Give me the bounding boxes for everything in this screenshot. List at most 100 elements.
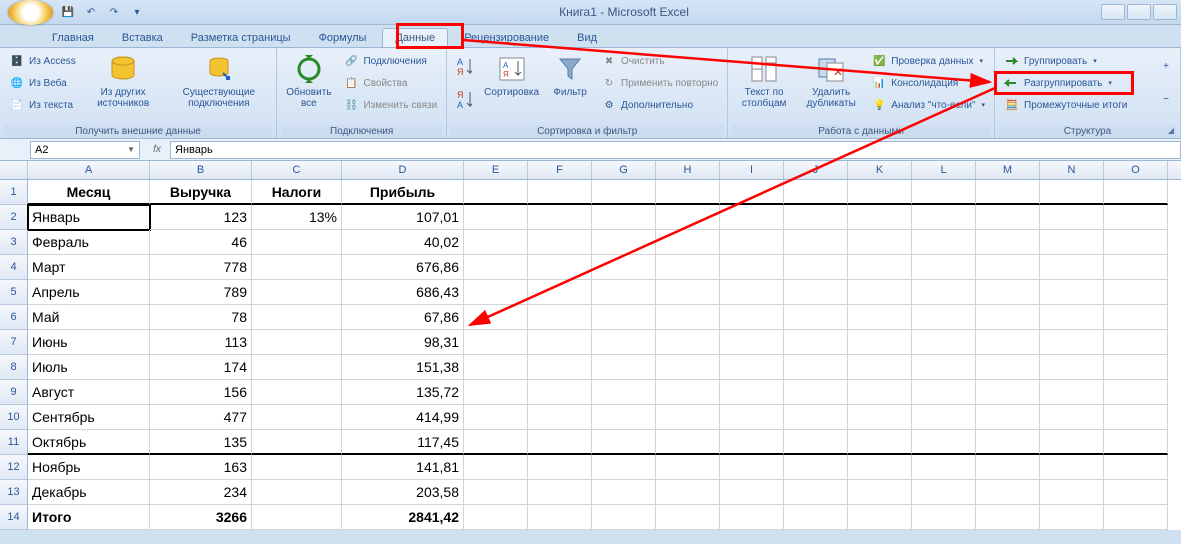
row-header[interactable]: 14 xyxy=(0,505,28,530)
cell[interactable] xyxy=(528,205,592,230)
row-header[interactable]: 9 xyxy=(0,380,28,405)
cell[interactable] xyxy=(912,230,976,255)
cell[interactable] xyxy=(528,180,592,205)
cell[interactable] xyxy=(464,280,528,305)
cell[interactable] xyxy=(1104,305,1168,330)
cell[interactable] xyxy=(592,305,656,330)
cell[interactable] xyxy=(252,505,342,530)
cell[interactable] xyxy=(720,230,784,255)
cell[interactable] xyxy=(1040,205,1104,230)
cell[interactable] xyxy=(912,180,976,205)
cell[interactable] xyxy=(656,305,720,330)
edit-links-button[interactable]: ⛓️Изменить связи xyxy=(338,94,442,116)
cell[interactable] xyxy=(912,355,976,380)
cell[interactable] xyxy=(848,380,912,405)
cell[interactable]: Август xyxy=(28,380,150,405)
from-web-button[interactable]: 🌐Из Веба xyxy=(4,72,81,94)
maximize-button[interactable] xyxy=(1127,4,1151,20)
cell[interactable] xyxy=(656,330,720,355)
cell[interactable] xyxy=(1040,305,1104,330)
sort-desc-button[interactable]: ЯА xyxy=(451,83,477,116)
cell[interactable]: 98,31 xyxy=(342,330,464,355)
formula-input[interactable] xyxy=(170,141,1181,159)
col-header-M[interactable]: M xyxy=(976,161,1040,179)
cell[interactable] xyxy=(528,280,592,305)
cell[interactable] xyxy=(1104,255,1168,280)
cell[interactable]: Апрель xyxy=(28,280,150,305)
cell[interactable] xyxy=(1104,480,1168,505)
cell[interactable] xyxy=(720,405,784,430)
cell[interactable] xyxy=(252,455,342,480)
cell[interactable] xyxy=(1040,505,1104,530)
hide-detail-button[interactable]: − xyxy=(1156,83,1176,116)
cell[interactable] xyxy=(848,255,912,280)
cell[interactable]: Выручка xyxy=(150,180,252,205)
tab-рецензирование[interactable]: Рецензирование xyxy=(452,29,561,47)
cell[interactable] xyxy=(592,480,656,505)
cell[interactable] xyxy=(784,380,848,405)
row-header[interactable]: 7 xyxy=(0,330,28,355)
text-to-columns-button[interactable]: Текст по столбцам xyxy=(732,50,796,112)
cell[interactable]: 156 xyxy=(150,380,252,405)
col-header-K[interactable]: K xyxy=(848,161,912,179)
cell[interactable] xyxy=(464,230,528,255)
cell[interactable]: 117,45 xyxy=(342,430,464,455)
cell[interactable] xyxy=(252,480,342,505)
cell[interactable] xyxy=(784,280,848,305)
name-box[interactable]: A2▼ xyxy=(30,141,140,159)
redo-icon[interactable]: ↷ xyxy=(104,3,124,21)
connections-button[interactable]: 🔗Подключения xyxy=(338,50,442,72)
col-header-I[interactable]: I xyxy=(720,161,784,179)
cell[interactable]: Июнь xyxy=(28,330,150,355)
col-header-J[interactable]: J xyxy=(784,161,848,179)
cell[interactable]: Февраль xyxy=(28,230,150,255)
ungroup-button[interactable]: Разгруппировать▾ xyxy=(999,72,1154,94)
cell[interactable]: 151,38 xyxy=(342,355,464,380)
group-button[interactable]: Группировать▾ xyxy=(999,50,1154,72)
cell[interactable]: Май xyxy=(28,305,150,330)
cell[interactable] xyxy=(912,430,976,455)
cell[interactable] xyxy=(1104,180,1168,205)
cell[interactable] xyxy=(976,455,1040,480)
cell[interactable] xyxy=(848,480,912,505)
col-header-C[interactable]: C xyxy=(252,161,342,179)
cell[interactable] xyxy=(656,405,720,430)
tab-главная[interactable]: Главная xyxy=(40,29,106,47)
cell[interactable]: Ноябрь xyxy=(28,455,150,480)
cell[interactable] xyxy=(1040,430,1104,455)
from-other-sources-button[interactable]: Из других источников xyxy=(83,50,164,112)
cell[interactable]: Сентябрь xyxy=(28,405,150,430)
reapply-filter-button[interactable]: ↻Применить повторно xyxy=(596,72,723,94)
cell[interactable] xyxy=(1040,330,1104,355)
cell[interactable] xyxy=(720,480,784,505)
col-header-H[interactable]: H xyxy=(656,161,720,179)
cell[interactable] xyxy=(720,205,784,230)
cell[interactable] xyxy=(912,505,976,530)
cell[interactable] xyxy=(912,405,976,430)
cell[interactable] xyxy=(252,405,342,430)
tab-формулы[interactable]: Формулы xyxy=(307,29,379,47)
cell[interactable] xyxy=(1104,505,1168,530)
cell[interactable] xyxy=(912,280,976,305)
cell[interactable] xyxy=(848,180,912,205)
cell[interactable] xyxy=(720,330,784,355)
cell[interactable] xyxy=(1104,430,1168,455)
cell[interactable] xyxy=(848,305,912,330)
cell[interactable] xyxy=(848,355,912,380)
cell[interactable]: 234 xyxy=(150,480,252,505)
cell[interactable] xyxy=(464,405,528,430)
cell[interactable] xyxy=(848,205,912,230)
cell[interactable] xyxy=(252,355,342,380)
minimize-button[interactable] xyxy=(1101,4,1125,20)
filter-button[interactable]: Фильтр xyxy=(546,50,594,101)
cell[interactable] xyxy=(976,505,1040,530)
cell[interactable]: Месяц xyxy=(28,180,150,205)
cell[interactable] xyxy=(592,205,656,230)
cell[interactable] xyxy=(464,505,528,530)
cell[interactable]: Прибыль xyxy=(342,180,464,205)
cell[interactable] xyxy=(592,430,656,455)
cell[interactable] xyxy=(528,305,592,330)
cell[interactable] xyxy=(592,380,656,405)
cell[interactable] xyxy=(464,205,528,230)
cell[interactable] xyxy=(592,405,656,430)
